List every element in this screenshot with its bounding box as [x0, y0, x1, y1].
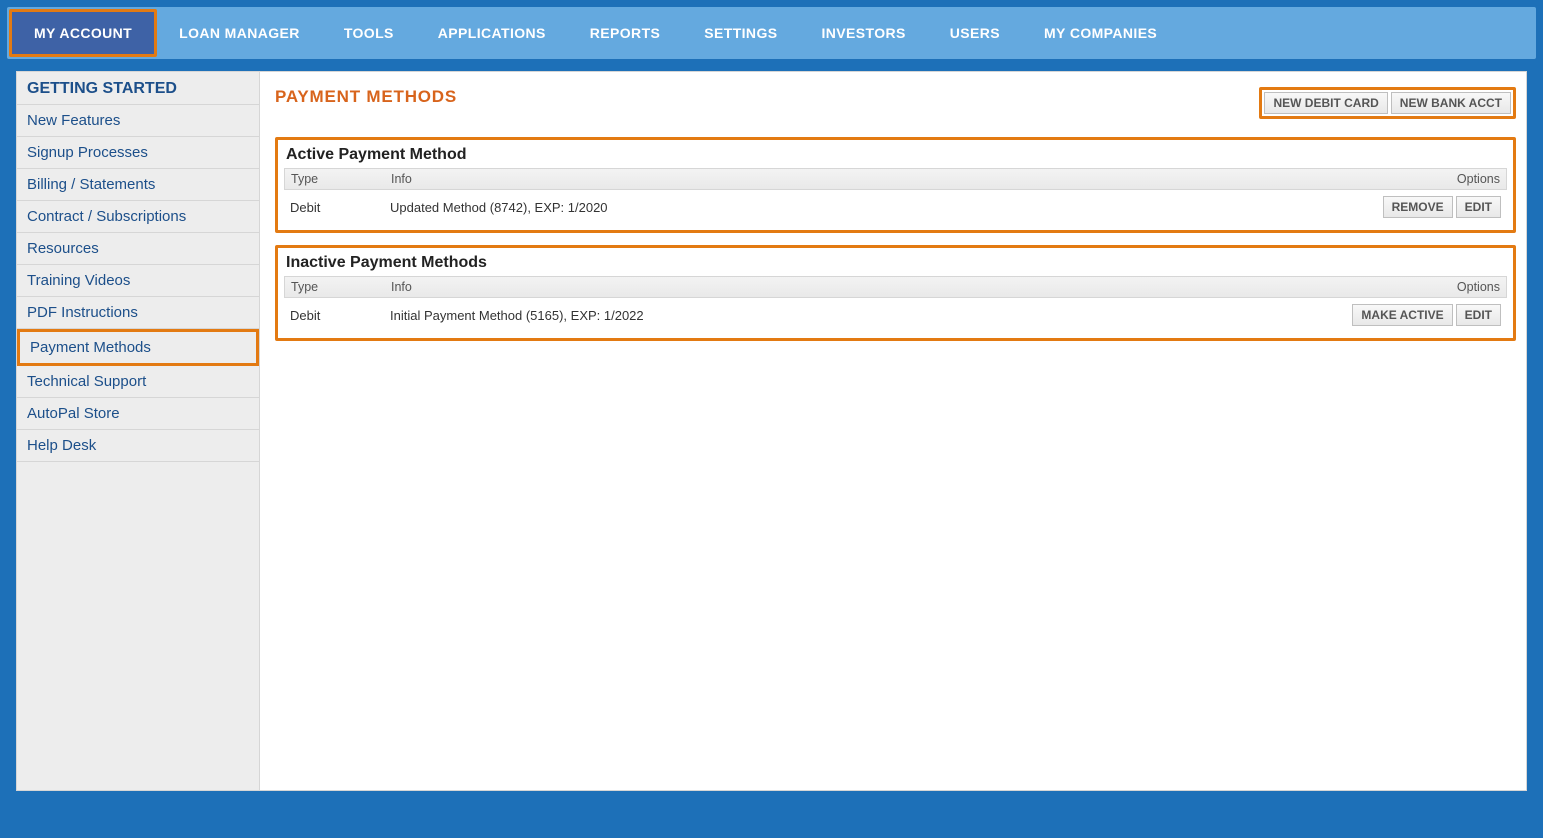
- sidebar: GETTING STARTED New Features Signup Proc…: [16, 71, 259, 791]
- active-header-info: Info: [385, 169, 1326, 189]
- inactive-table-header: Type Info Options: [284, 276, 1507, 298]
- inactive-payment-section: Inactive Payment Methods Type Info Optio…: [275, 245, 1516, 341]
- nav-my-companies[interactable]: MY COMPANIES: [1022, 7, 1179, 59]
- edit-active-button[interactable]: EDIT: [1456, 196, 1501, 218]
- nav-applications[interactable]: APPLICATIONS: [416, 7, 568, 59]
- page-title: PAYMENT METHODS: [275, 87, 457, 107]
- new-bank-acct-button[interactable]: NEW BANK ACCT: [1391, 92, 1511, 114]
- active-section-title: Active Payment Method: [284, 143, 1507, 168]
- inactive-header-type: Type: [285, 277, 385, 297]
- sidebar-item-billing-statements[interactable]: Billing / Statements: [17, 169, 259, 201]
- sidebar-header: GETTING STARTED: [17, 72, 259, 105]
- sidebar-item-technical-support[interactable]: Technical Support: [17, 366, 259, 398]
- sidebar-item-payment-methods[interactable]: Payment Methods: [17, 329, 259, 366]
- edit-inactive-button[interactable]: EDIT: [1456, 304, 1501, 326]
- nav-users[interactable]: USERS: [928, 7, 1022, 59]
- nav-loan-manager[interactable]: LOAN MANAGER: [157, 7, 322, 59]
- active-table-row: Debit Updated Method (8742), EXP: 1/2020…: [284, 190, 1507, 224]
- active-row-type: Debit: [284, 197, 384, 218]
- active-table-header: Type Info Options: [284, 168, 1507, 190]
- active-header-type: Type: [285, 169, 385, 189]
- inactive-row-type: Debit: [284, 305, 384, 326]
- sidebar-item-new-features[interactable]: New Features: [17, 105, 259, 137]
- sidebar-item-help-desk[interactable]: Help Desk: [17, 430, 259, 462]
- content-area: PAYMENT METHODS NEW DEBIT CARD NEW BANK …: [259, 71, 1527, 791]
- make-active-button[interactable]: MAKE ACTIVE: [1352, 304, 1452, 326]
- sidebar-item-autopal-store[interactable]: AutoPal Store: [17, 398, 259, 430]
- nav-my-account[interactable]: MY ACCOUNT: [9, 9, 157, 57]
- inactive-row-info: Initial Payment Method (5165), EXP: 1/20…: [384, 305, 1327, 326]
- active-header-options: Options: [1326, 169, 1506, 189]
- top-nav: MY ACCOUNT LOAN MANAGER TOOLS APPLICATIO…: [7, 7, 1536, 59]
- sidebar-item-signup-processes[interactable]: Signup Processes: [17, 137, 259, 169]
- sidebar-item-resources[interactable]: Resources: [17, 233, 259, 265]
- sidebar-item-contract-subscriptions[interactable]: Contract / Subscriptions: [17, 201, 259, 233]
- inactive-table-row: Debit Initial Payment Method (5165), EXP…: [284, 298, 1507, 332]
- inactive-section-title: Inactive Payment Methods: [284, 251, 1507, 276]
- remove-button[interactable]: REMOVE: [1383, 196, 1453, 218]
- sidebar-item-pdf-instructions[interactable]: PDF Instructions: [17, 297, 259, 329]
- header-buttons: NEW DEBIT CARD NEW BANK ACCT: [1259, 87, 1516, 119]
- active-row-info: Updated Method (8742), EXP: 1/2020: [384, 197, 1327, 218]
- active-payment-section: Active Payment Method Type Info Options …: [275, 137, 1516, 233]
- nav-tools[interactable]: TOOLS: [322, 7, 416, 59]
- nav-investors[interactable]: INVESTORS: [799, 7, 927, 59]
- inactive-header-info: Info: [385, 277, 1326, 297]
- nav-reports[interactable]: REPORTS: [568, 7, 682, 59]
- new-debit-card-button[interactable]: NEW DEBIT CARD: [1264, 92, 1387, 114]
- inactive-header-options: Options: [1326, 277, 1506, 297]
- sidebar-item-training-videos[interactable]: Training Videos: [17, 265, 259, 297]
- nav-settings[interactable]: SETTINGS: [682, 7, 799, 59]
